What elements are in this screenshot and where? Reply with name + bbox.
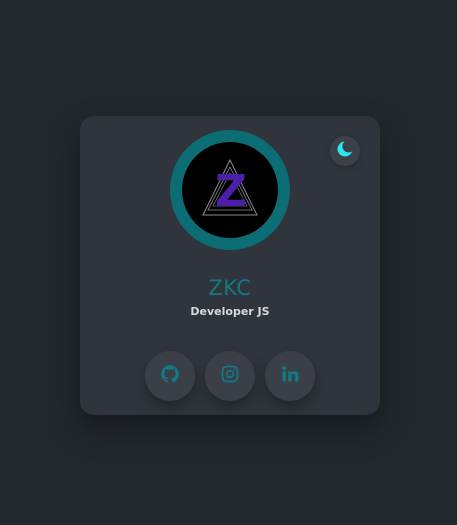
moon-icon <box>336 140 355 162</box>
github-button[interactable] <box>145 351 195 401</box>
theme-toggle-button[interactable] <box>330 136 360 166</box>
svg-text:Z: Z <box>215 166 247 217</box>
linkedin-button[interactable] <box>265 351 315 401</box>
instagram-icon <box>220 364 240 388</box>
avatar: Z <box>182 142 278 238</box>
instagram-button[interactable] <box>205 351 255 401</box>
linkedin-icon <box>280 364 300 388</box>
avatar-ring: Z <box>170 130 290 250</box>
profile-role: Developer JS <box>190 305 270 318</box>
logo-icon: Z <box>202 158 258 217</box>
github-icon <box>160 364 180 388</box>
social-links <box>145 351 315 401</box>
profile-card: Z ZKC Developer JS <box>80 116 380 415</box>
profile-name: ZKC <box>208 276 252 300</box>
